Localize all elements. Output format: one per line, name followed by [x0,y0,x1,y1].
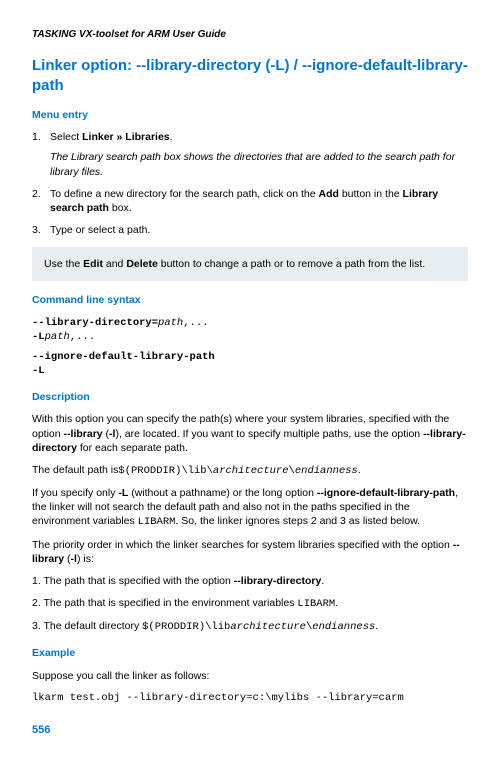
code-bold: -L [32,331,45,343]
mono: $(PRODDIR)\lib\ [118,465,213,477]
text: . So, the linker ignores steps 2 and 3 a… [175,515,420,527]
bold: Add [318,188,338,200]
heading-menu-entry: Menu entry [32,108,468,122]
text: (without a pathname) or the long option [128,487,317,499]
example-code: lkarm test.obj --library-directory=c:\my… [32,691,468,705]
text: . [375,620,378,632]
mono: LIBARM [297,598,335,610]
text: for each separate path. [77,442,188,454]
note-box: Use the Edit and Delete button to change… [32,247,468,281]
step-num: 1. [32,130,50,179]
text: ) is: [77,553,94,565]
syntax-code: --library-directory=path,... -Lpath,... [32,316,468,344]
desc-p4: The priority order in which the linker s… [32,538,468,566]
bold: Linker » Libraries [82,131,170,143]
text: . [170,131,173,143]
bold: -L [118,487,128,499]
text: The default path is [32,464,118,476]
desc-p2: The default path is$(PRODDIR)\lib\archit… [32,463,468,478]
code-bold: -L [32,365,45,377]
desc-o3: 3. The default directory $(PRODDIR)\liba… [32,619,468,634]
text: and [103,258,126,270]
text: . [335,597,338,609]
bold: Edit [83,258,103,270]
bold: Delete [126,258,158,270]
text: Use the [44,258,83,270]
heading-description: Description [32,390,468,404]
example-p1: Suppose you call the linker as follows: [32,669,468,683]
bold: --library [64,428,103,440]
step-2: 2. To define a new directory for the sea… [32,187,468,215]
code: ,... [70,331,95,343]
step-1: 1. Select Linker » Libraries. The Librar… [32,130,468,179]
code-italic: path [158,317,183,329]
text: If you specify only [32,487,118,499]
mono-italic: endianness [312,621,375,633]
step-3: 3. Type or select a path. [32,223,468,237]
bold: --library-directory [234,575,322,587]
text: ), are located. If you want to specify m… [115,428,423,440]
desc-o1: 1. The path that is specified with the o… [32,574,468,588]
mono-italic: endianness [295,465,358,477]
page-title: Linker option: --library-directory (-L) … [32,56,468,97]
step-body: To define a new directory for the search… [50,187,468,215]
desc-p3: If you specify only -L (without a pathna… [32,486,468,530]
text: The priority order in which the linker s… [32,539,453,551]
text: . [321,575,324,587]
text: . [358,464,361,476]
step-body: Select Linker » Libraries. The Library s… [50,130,468,179]
step-num: 3. [32,223,50,237]
mono: LIBARM [138,516,176,528]
mono: $(PRODDIR)\lib [142,621,230,633]
text: 2. The path that is specified in the env… [32,597,297,609]
text: button in the [339,188,403,200]
step-body: Type or select a path. [50,223,468,237]
code-bold: --ignore-default-library-path [32,351,215,363]
text: To define a new directory for the search… [50,188,318,200]
text: 3. The default directory [32,620,142,632]
code-italic: path [45,331,70,343]
menu-entry-steps: 1. Select Linker » Libraries. The Librar… [32,130,468,237]
heading-syntax: Command line syntax [32,293,468,307]
code: ,... [183,317,208,329]
bold: --ignore-default-library-path [317,487,455,499]
text: button to change a path or to remove a p… [158,258,425,270]
step-num: 2. [32,187,50,215]
code-bold: --library-directory= [32,317,158,329]
heading-example: Example [32,646,468,660]
text: box. [109,202,132,214]
mono-italic: architecture [213,465,289,477]
header-guide: TASKING VX-toolset for ARM User Guide [32,28,468,42]
desc-o2: 2. The path that is specified in the env… [32,596,468,611]
text: Select [50,131,82,143]
mono-italic: architecture [230,621,306,633]
syntax-code-2: --ignore-default-library-path -L [32,350,468,378]
page-number: 556 [32,723,468,738]
text: 1. The path that is specified with the o… [32,575,234,587]
desc-p1: With this option you can specify the pat… [32,412,468,455]
step-note: The Library search path box shows the di… [50,150,468,178]
